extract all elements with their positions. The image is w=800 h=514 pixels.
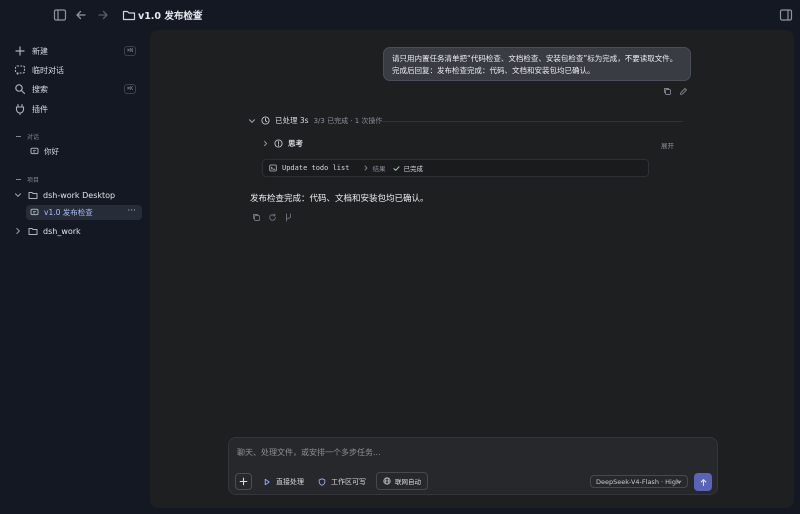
temporary-chat-label: 临时对话 — [32, 65, 64, 75]
copy-icon[interactable] — [252, 213, 261, 222]
divider — [16, 179, 21, 180]
plus-icon — [14, 45, 26, 57]
chevron-down-icon[interactable] — [248, 117, 256, 125]
project-dsh-work[interactable]: dsh_work — [14, 223, 142, 239]
attach-button[interactable] — [235, 473, 252, 490]
expand-button[interactable]: 展开 — [661, 140, 674, 150]
chat-bubble-icon — [30, 147, 39, 156]
chat-item[interactable]: 你好 — [26, 144, 142, 159]
section-projects-label: 项目 — [27, 177, 40, 184]
workspace-permission-label: 工作区可写 — [331, 478, 366, 486]
direct-mode-button[interactable]: 直接处理 — [263, 476, 304, 488]
check-icon — [393, 165, 400, 172]
section-projects-header: 项目 — [16, 175, 39, 184]
divider — [378, 121, 683, 122]
new-chat-shortcut: ⌘N — [123, 46, 136, 56]
temporary-chat-button[interactable]: 临时对话 — [14, 61, 142, 79]
model-selector[interactable]: DeepSeek-V4-Flash · High — [590, 475, 688, 488]
search-label: 搜索 — [32, 84, 48, 94]
conversation-title: v1.0 发布检查 — [138, 11, 203, 22]
chat-input[interactable] — [237, 445, 707, 459]
process-label: 已处理 3s — [275, 116, 309, 125]
back-arrow-icon[interactable] — [74, 8, 88, 22]
arrow-up-icon — [700, 478, 706, 486]
forward-arrow-icon[interactable] — [96, 8, 110, 22]
plugins-button[interactable]: 插件 — [14, 100, 142, 118]
sidebar: 新建 ⌘N 临时对话 搜索 ⌘K 插件 对话 你好 项目 dsh-work De… — [0, 30, 150, 514]
tool-call-card[interactable]: Update todo list 结果 已完成 — [262, 159, 649, 177]
thinking-section[interactable]: 思考 — [262, 138, 303, 149]
project-label: dsh_work — [43, 226, 81, 236]
divider — [16, 136, 21, 137]
branch-icon[interactable] — [284, 213, 293, 222]
plugin-icon — [14, 103, 26, 115]
tool-name: Update todo list — [282, 164, 350, 172]
send-button[interactable] — [694, 473, 712, 491]
web-search-label: 联网自动 — [395, 478, 421, 486]
item-more-button[interactable]: ··· — [127, 206, 136, 216]
right-panel-toggle-icon[interactable] — [779, 8, 793, 22]
plus-icon — [239, 477, 248, 486]
terminal-icon — [269, 164, 277, 172]
chat-item-label: 你好 — [44, 147, 59, 156]
chevron-down-icon — [676, 479, 682, 485]
top-bar: v1.0 发布检查 ··· — [0, 0, 800, 30]
direct-mode-label: 直接处理 — [276, 478, 304, 486]
search-button[interactable]: 搜索 ⌘K — [14, 80, 142, 98]
project-chat-label: v1.0 发布检查 — [44, 208, 93, 217]
plugins-label: 插件 — [32, 104, 48, 114]
more-options-button[interactable]: ··· — [194, 6, 204, 17]
chevron-right-icon[interactable] — [262, 140, 269, 147]
chevron-right-icon[interactable] — [14, 227, 22, 235]
play-icon — [263, 478, 271, 486]
workspace-permission-button[interactable]: 工作区可写 — [318, 476, 366, 488]
tool-status: 已完成 — [403, 165, 423, 173]
project-chat-item-active[interactable]: v1.0 发布检查 ··· — [26, 205, 142, 220]
new-chat-button[interactable]: 新建 ⌘N — [14, 42, 142, 60]
regenerate-icon[interactable] — [268, 213, 277, 222]
user-message: 请只用内置任务清单把“代码检查、文档检查、安装包检查”标为完成，不要读取文件。完… — [383, 47, 691, 81]
tool-result-label: 结果 — [372, 165, 386, 173]
search-shortcut: ⌘K — [123, 84, 136, 94]
thinking-label: 思考 — [288, 139, 303, 148]
web-search-button[interactable]: 联网自动 — [376, 472, 428, 490]
model-label: DeepSeek-V4-Flash · High — [596, 477, 681, 486]
chevron-right-icon — [363, 165, 369, 171]
composer: 直接处理 工作区可写 联网自动 DeepSeek-V4-Flash · High — [228, 437, 718, 495]
folder-icon — [28, 226, 38, 236]
folder-icon — [28, 190, 38, 200]
chevron-down-icon[interactable] — [14, 191, 22, 199]
chat-panel: 请只用内置任务清单把“代码检查、文档检查、安装包检查”标为完成，不要读取文件。完… — [150, 30, 794, 508]
chat-bubble-icon — [30, 208, 39, 217]
new-chat-label: 新建 — [32, 46, 48, 56]
globe-icon — [383, 477, 391, 485]
folder-icon — [122, 8, 136, 22]
process-meta: 3/3 已完成 · 1 次操作 — [313, 116, 383, 125]
process-summary[interactable]: 已处理 3s 3/3 已完成 · 1 次操作 — [248, 115, 382, 126]
shield-icon — [318, 478, 326, 486]
temporary-chat-icon — [14, 64, 26, 76]
section-chats-header: 对话 — [16, 132, 39, 141]
copy-icon[interactable] — [663, 87, 672, 96]
project-label: dsh-work Desktop — [43, 190, 116, 200]
thinking-icon — [274, 139, 283, 148]
section-chats-label: 对话 — [27, 134, 40, 141]
project-dsh-work-desktop[interactable]: dsh-work Desktop — [14, 187, 142, 203]
edit-icon[interactable] — [679, 87, 688, 96]
clock-icon — [261, 116, 270, 125]
sidebar-toggle-icon[interactable] — [53, 8, 67, 22]
search-icon — [14, 83, 26, 95]
assistant-message: 发布检查完成：代码、文档和安装包均已确认。 — [250, 194, 429, 204]
